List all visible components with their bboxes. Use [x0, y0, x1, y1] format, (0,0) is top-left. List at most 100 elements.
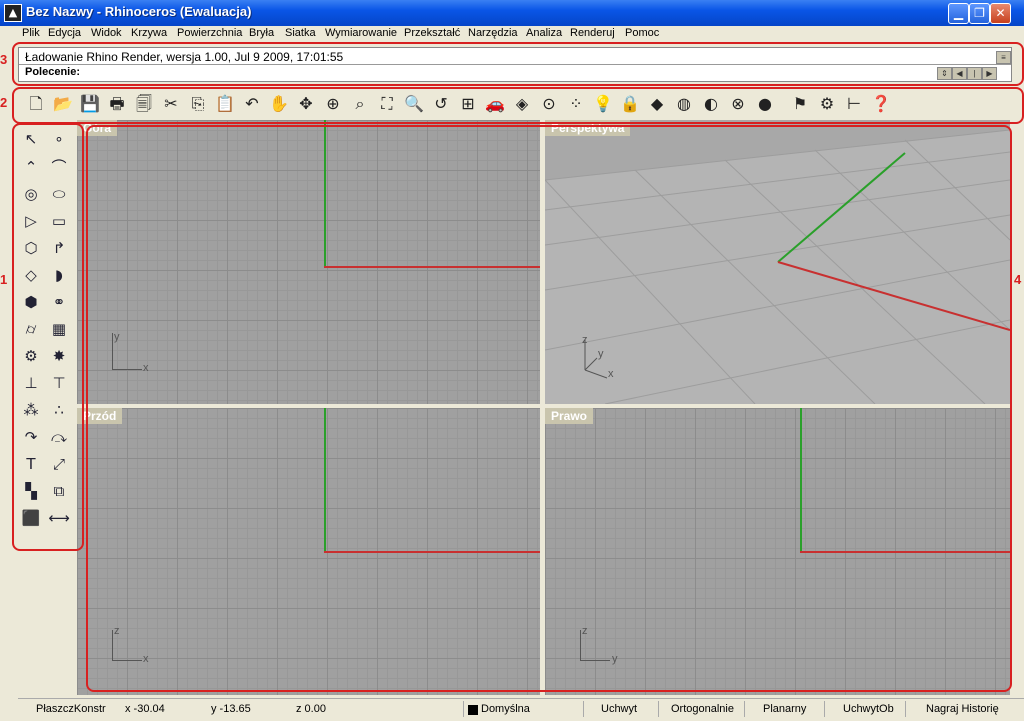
layer-icon[interactable]: ◆	[645, 92, 669, 116]
undo-view-icon[interactable]: ↺	[429, 92, 453, 116]
rotate-view-icon[interactable]: ✥	[294, 92, 318, 116]
mirror-icon[interactable]: ⧉	[47, 479, 71, 503]
command-next-icon[interactable]: ▶	[982, 67, 997, 80]
select-points-icon[interactable]: ⁘	[564, 92, 588, 116]
viewport-front[interactable]: Przód z x	[77, 408, 540, 695]
viewport-layout-icon[interactable]: ⊞	[456, 92, 480, 116]
help-icon[interactable]: ❓	[869, 92, 893, 116]
command-bar-icon[interactable]: |	[967, 67, 982, 80]
osnap-icon[interactable]: ⊙	[537, 92, 561, 116]
menu-widok[interactable]: Widok	[91, 27, 122, 39]
menu-analiza[interactable]: Analiza	[526, 27, 562, 39]
menu-renderuj[interactable]: Renderuj	[570, 27, 615, 39]
save-icon[interactable]: 💾	[78, 92, 102, 116]
mesh-icon[interactable]: ▦	[47, 317, 71, 341]
command-prev-icon[interactable]: ◀	[952, 67, 967, 80]
polygon-icon[interactable]: ⬡	[19, 236, 43, 260]
lock-icon[interactable]: 🔒	[618, 92, 642, 116]
paste-icon[interactable]: 📋	[213, 92, 237, 116]
viewport-label-front[interactable]: Przód	[77, 408, 123, 424]
group-icon[interactable]: ⁂	[19, 398, 43, 422]
ellipse-icon[interactable]: ⬭	[47, 182, 71, 206]
color-wheel-icon[interactable]: ◍	[672, 92, 696, 116]
cylinder-icon[interactable]: ⌭	[19, 317, 43, 341]
status-ortho[interactable]: Ortogonalnie	[671, 703, 734, 715]
menu-pomoc[interactable]: Pomoc	[625, 27, 659, 39]
zoom-extents-icon[interactable]: ⛶	[375, 92, 399, 116]
history-scroll-icon[interactable]: ≡	[996, 51, 1011, 64]
scale-icon[interactable]: ⤢	[47, 452, 71, 476]
import-icon[interactable]: 🗐	[132, 92, 156, 116]
menu-bryla[interactable]: Bryła	[249, 27, 274, 39]
cplane-icon[interactable]: ◈	[510, 92, 534, 116]
zoom-window-icon[interactable]: ⌕	[348, 92, 372, 116]
menu-przeksztalc[interactable]: Przekształć	[404, 27, 460, 39]
viewport-label-right[interactable]: Prawo	[545, 408, 594, 424]
dimensions-icon[interactable]: ⊢	[842, 92, 866, 116]
fillet-icon[interactable]: ⤼	[47, 425, 71, 449]
menu-powierzchnia[interactable]: Powierzchnia	[177, 27, 242, 39]
select-arrow-icon[interactable]: ↖	[19, 127, 43, 151]
open-folder-icon[interactable]: 📂	[51, 92, 75, 116]
undo-icon[interactable]: ↶	[240, 92, 264, 116]
fillet-curve-icon[interactable]: ↱	[47, 236, 71, 260]
shaded-sphere-icon[interactable]: ⊗	[726, 92, 750, 116]
pan-hand-icon[interactable]: ✋	[267, 92, 291, 116]
viewport-top[interactable]: Góra y x	[77, 120, 540, 404]
status-history[interactable]: Nagraj Historię	[926, 703, 999, 715]
boolean-spheres-icon[interactable]: ⚭	[47, 290, 71, 314]
layer-color-swatch[interactable]	[468, 705, 478, 715]
options-gear-icon[interactable]: ⚙	[815, 92, 839, 116]
status-snap[interactable]: Uchwyt	[601, 703, 637, 715]
maximize-button[interactable]: ❐	[969, 3, 990, 24]
ungroup-icon[interactable]: ∴	[47, 398, 71, 422]
viewport-label-top[interactable]: Góra	[77, 120, 118, 136]
array-icon[interactable]: ▚	[19, 479, 43, 503]
text-icon[interactable]: T	[19, 452, 43, 476]
box-icon[interactable]: ⬢	[19, 290, 43, 314]
polyline-icon[interactable]: ⌃	[19, 155, 43, 179]
status-osnap[interactable]: UchwytOb	[843, 703, 894, 715]
command-up-down-icon[interactable]: ⇕	[937, 67, 952, 80]
dimension-icon[interactable]: ⟷	[47, 506, 71, 530]
arc-icon[interactable]: ▷	[19, 209, 43, 233]
command-prompt[interactable]: Polecenie:	[25, 66, 80, 78]
menu-wymiarowanie[interactable]: Wymiarowanie	[325, 27, 397, 39]
status-cplane[interactable]: PłaszczKonstr	[36, 703, 106, 715]
wireframe-sphere-icon[interactable]: ◐	[699, 92, 723, 116]
split-icon[interactable]: ⊤	[47, 371, 71, 395]
rectangle-icon[interactable]: ▭	[47, 209, 71, 233]
render-sphere-icon[interactable]: ●	[753, 92, 777, 116]
menu-krzywa[interactable]: Krzywa	[131, 27, 167, 39]
viewport-label-perspective[interactable]: Perspektywa	[545, 120, 631, 136]
zoom-selected-icon[interactable]: 🔍	[402, 92, 426, 116]
point-icon[interactable]: ∘	[47, 127, 71, 151]
surface-edit-icon[interactable]: ◗	[47, 263, 71, 287]
print-icon[interactable]: 🖶	[105, 92, 129, 116]
cut-icon[interactable]: ✂	[159, 92, 183, 116]
menu-plik[interactable]: Plik	[22, 27, 40, 39]
surface-icon[interactable]: ◇	[19, 263, 43, 287]
menu-narzedzia[interactable]: Narzędzia	[468, 27, 518, 39]
join-icon[interactable]: ⊥	[19, 371, 43, 395]
status-planar[interactable]: Planarny	[763, 703, 806, 715]
copy-icon[interactable]: ⎘	[186, 92, 210, 116]
zoom-dynamic-icon[interactable]: ⊕	[321, 92, 345, 116]
pointer-flag-icon[interactable]: ⚑	[788, 92, 812, 116]
viewport-right[interactable]: Prawo z y	[545, 408, 1010, 695]
offset-icon[interactable]: ↷	[19, 425, 43, 449]
minimize-button[interactable]: ▁	[948, 3, 969, 24]
viewport-perspective[interactable]: Perspektywa z y x	[545, 120, 1010, 404]
explode-icon[interactable]: ✸	[47, 344, 71, 368]
menu-edycja[interactable]: Edycja	[48, 27, 81, 39]
circle-icon[interactable]: ◎	[19, 182, 43, 206]
status-layer[interactable]: Domyślna	[481, 703, 530, 715]
new-file-icon[interactable]: 🗋	[24, 92, 48, 116]
gears-icon[interactable]: ⚙	[19, 344, 43, 368]
menu-siatka[interactable]: Siatka	[285, 27, 316, 39]
solid-box-icon[interactable]: ⬛	[19, 506, 43, 530]
light-bulb-icon[interactable]: 💡	[591, 92, 615, 116]
curve-icon[interactable]: ⌒	[47, 155, 71, 179]
named-views-car-icon[interactable]: 🚗	[483, 92, 507, 116]
close-button[interactable]: ✕	[990, 3, 1011, 24]
